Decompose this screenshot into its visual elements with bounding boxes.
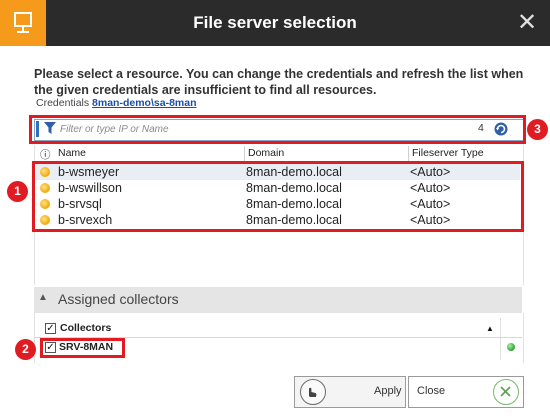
apply-icon <box>300 379 326 405</box>
instruction-text: Please select a resource. You can change… <box>34 67 524 97</box>
credentials-label: Credentials <box>36 97 90 109</box>
close-window-button[interactable]: ✕ <box>504 0 550 46</box>
collectors-header: Collectors <box>60 322 112 334</box>
callout-box-collector <box>40 338 125 358</box>
column-header-domain[interactable]: Domain <box>248 147 284 162</box>
callout-badge-2: 2 <box>15 339 36 360</box>
select-all-checkbox[interactable]: ✓ <box>45 323 56 334</box>
window-title: File server selection <box>193 13 357 32</box>
collectors-section-title: Assigned collectors <box>58 291 179 307</box>
column-header-fileserver-type[interactable]: Fileserver Type <box>412 147 484 162</box>
info-icon: ⓘ <box>40 149 51 161</box>
collapse-chevron-icon[interactable]: ▲ <box>38 292 48 303</box>
credentials-link[interactable]: 8man-demo\sa-8man <box>92 97 196 109</box>
column-divider <box>500 318 501 360</box>
x-mark-icon <box>500 386 511 397</box>
column-divider <box>408 146 409 162</box>
credentials-line: Credentials 8man-demo\sa-8man <box>36 97 197 109</box>
callout-badge-1: 1 <box>7 181 28 202</box>
column-header-name[interactable]: Name <box>58 147 86 162</box>
sort-ascending-icon[interactable]: ▲ <box>486 324 494 333</box>
hand-cursor-icon <box>309 387 317 397</box>
callout-box-filter <box>29 115 526 144</box>
close-icon <box>493 379 519 405</box>
close-label: Close <box>417 385 446 397</box>
apply-label: Apply <box>374 385 402 397</box>
callout-badge-3: 3 <box>527 119 548 140</box>
online-status-icon <box>507 343 515 351</box>
callout-box-rows <box>32 161 524 232</box>
column-divider <box>244 146 245 162</box>
